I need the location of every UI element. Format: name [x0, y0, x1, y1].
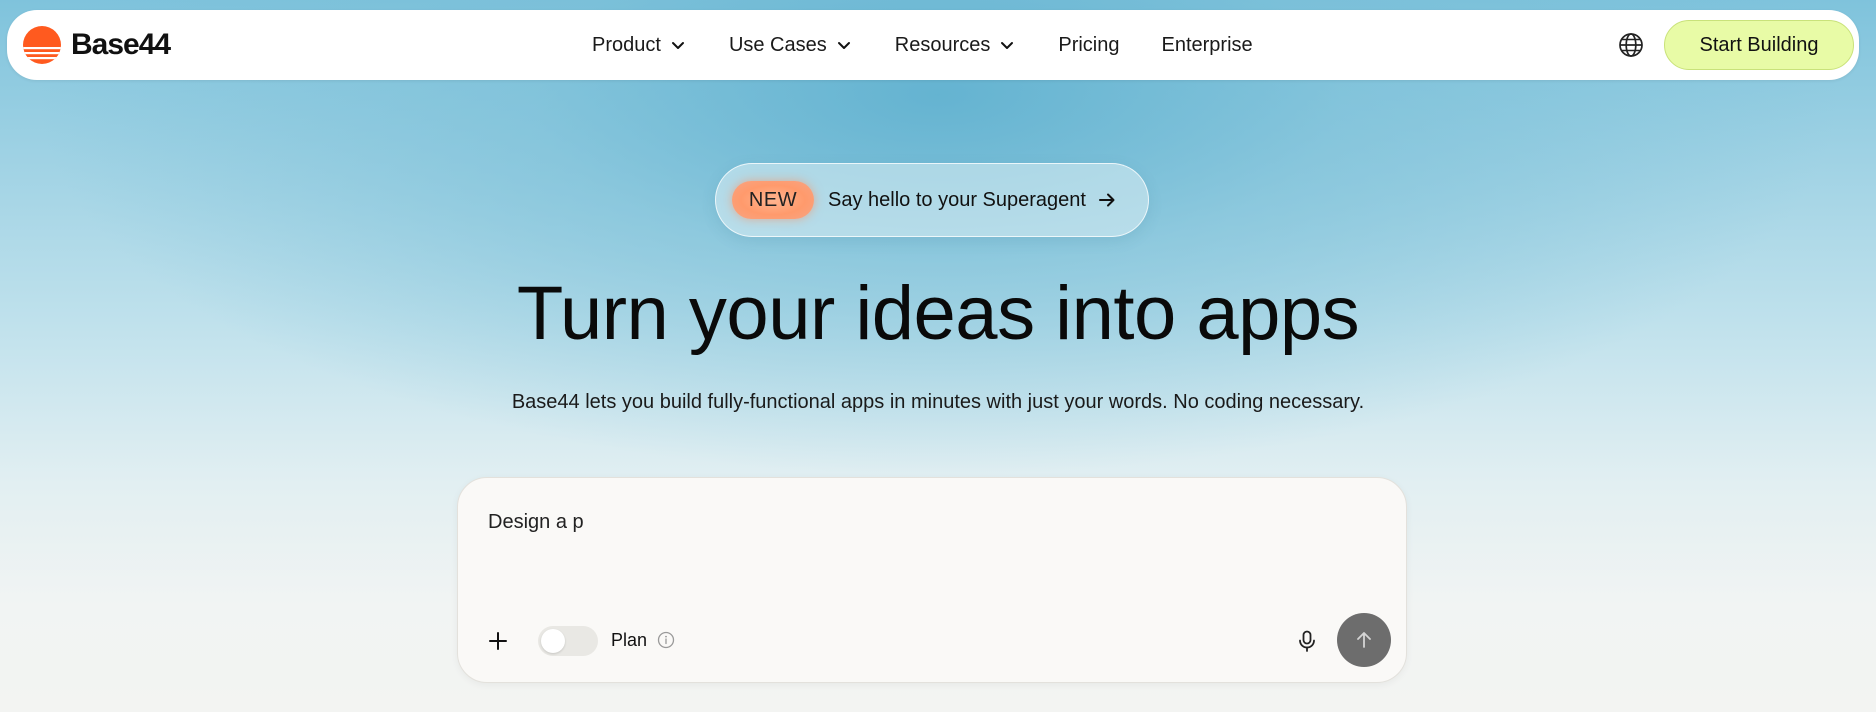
- plus-icon: [489, 632, 507, 650]
- plan-toggle[interactable]: [538, 626, 598, 656]
- top-navbar: Base44 Product Use Cases Resources Prici…: [7, 10, 1859, 80]
- microphone-icon[interactable]: [1294, 628, 1320, 654]
- brand-name: Base44: [71, 28, 171, 61]
- announcement-badge[interactable]: NEW Say hello to your Superagent: [715, 163, 1149, 237]
- nav-item-pricing[interactable]: Pricing: [1058, 34, 1119, 57]
- nav-item-label: Resources: [894, 33, 991, 56]
- nav-item-label: Enterprise: [1161, 33, 1253, 56]
- nav-item-label: Product: [592, 33, 661, 56]
- prompt-input[interactable]: [488, 504, 1368, 540]
- nav-item-enterprise[interactable]: Enterprise: [1162, 34, 1253, 57]
- toggle-knob: [541, 629, 565, 653]
- nav-item-resources[interactable]: Resources: [895, 34, 1017, 57]
- start-building-button[interactable]: Start Building: [1664, 20, 1854, 70]
- info-icon[interactable]: [657, 631, 675, 649]
- send-button[interactable]: [1337, 613, 1391, 667]
- add-attachment-button[interactable]: [483, 626, 513, 656]
- announcement-text: Say hello to your Superagent: [828, 188, 1086, 211]
- nav-item-label: Pricing: [1058, 33, 1120, 56]
- hero-title: Turn your ideas into apps: [516, 271, 1360, 356]
- chevron-down-icon: [837, 42, 850, 49]
- chevron-down-icon: [1001, 42, 1014, 49]
- nav-item-label: Use Cases: [728, 33, 827, 56]
- chevron-down-icon: [671, 42, 684, 49]
- arrow-up-icon: [1357, 632, 1371, 648]
- arrow-right-icon: [1098, 193, 1115, 207]
- prompt-box: Plan: [457, 477, 1407, 683]
- hero-subtitle: Base44 lets you build fully-functional a…: [511, 391, 1365, 413]
- nav-item-use-cases[interactable]: Use Cases: [729, 34, 853, 57]
- new-tag: NEW: [732, 181, 814, 219]
- plan-label: Plan: [611, 630, 648, 650]
- nav-item-product[interactable]: Product: [592, 34, 687, 57]
- base44-logo-icon: [23, 26, 61, 64]
- globe-icon[interactable]: [1618, 32, 1644, 58]
- brand-logo[interactable]: Base44: [23, 26, 171, 64]
- nav-links: Product Use Cases Resources Pricing Ente…: [592, 10, 1295, 80]
